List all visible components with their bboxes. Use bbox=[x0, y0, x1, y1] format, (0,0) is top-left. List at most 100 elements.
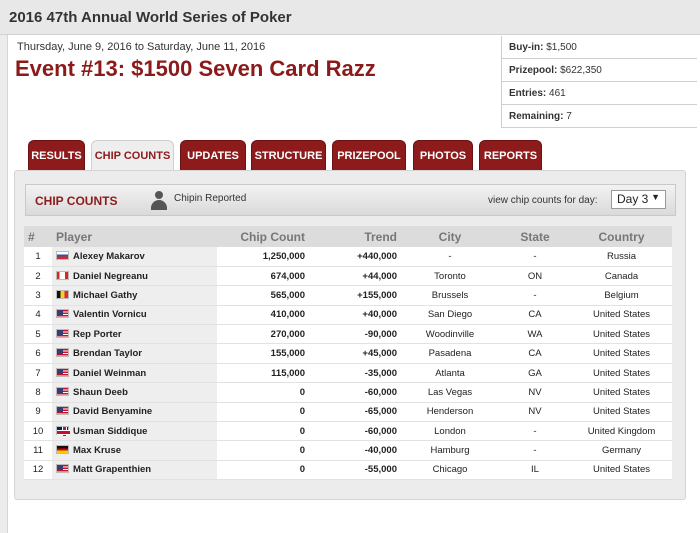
player-cell: Alexey Makarov bbox=[52, 247, 217, 267]
player-name[interactable]: David Benyamine bbox=[73, 406, 152, 417]
day-select[interactable]: Day 3 ▼ bbox=[611, 190, 666, 209]
row-number: 9 bbox=[24, 402, 52, 423]
event-info-box: Buy-in: $1,500 Prizepool: $622,350 Entri… bbox=[501, 36, 697, 128]
city: London bbox=[401, 421, 499, 442]
person-icon bbox=[150, 191, 168, 211]
flag-gb-icon bbox=[56, 425, 70, 436]
player-name[interactable]: Brendan Taylor bbox=[73, 348, 142, 359]
country: United States bbox=[571, 324, 672, 345]
player-cell: David Benyamine bbox=[52, 402, 217, 423]
player-cell: Valentin Vornicu bbox=[52, 305, 217, 326]
country: United States bbox=[571, 382, 672, 403]
tab-updates[interactable]: UPDATES bbox=[180, 140, 246, 170]
state: WA bbox=[499, 324, 571, 345]
col-player-header[interactable]: Player bbox=[52, 226, 217, 247]
state: - bbox=[499, 285, 571, 306]
col-state-header[interactable]: State bbox=[499, 226, 571, 247]
flag-us-icon bbox=[56, 348, 69, 358]
player-name[interactable]: Daniel Negreanu bbox=[73, 271, 148, 282]
flag-us-icon bbox=[56, 406, 69, 416]
country: United States bbox=[571, 363, 672, 384]
panel-title: CHIP COUNTS bbox=[35, 194, 118, 208]
city: - bbox=[401, 247, 499, 267]
col-chips-header[interactable]: Chip Count bbox=[217, 226, 309, 247]
table-header-row: # Player Chip Count Trend City State Cou… bbox=[24, 226, 672, 247]
table-row: 12 Matt Grapenthien 0 -55,000 Chicago IL Unite… bbox=[24, 460, 672, 481]
trend: -90,000 bbox=[309, 324, 401, 345]
player-name[interactable]: Matt Grapenthien bbox=[73, 464, 151, 475]
country: United States bbox=[571, 343, 672, 364]
state: - bbox=[499, 440, 571, 461]
player-name[interactable]: Valentin Vornicu bbox=[73, 309, 147, 320]
player-name[interactable]: Rep Porter bbox=[73, 329, 122, 340]
info-value: 461 bbox=[549, 88, 566, 99]
city: Toronto bbox=[401, 266, 499, 287]
chip-count: 674,000 bbox=[217, 266, 309, 287]
state: NV bbox=[499, 382, 571, 403]
row-number: 2 bbox=[24, 266, 52, 287]
player-cell: Brendan Taylor bbox=[52, 343, 217, 364]
flag-us-icon bbox=[56, 328, 69, 338]
country: United States bbox=[571, 305, 672, 326]
player-cell: Daniel Weinman bbox=[52, 363, 217, 384]
player-cell: Rep Porter bbox=[52, 324, 217, 345]
chip-count: 0 bbox=[217, 421, 309, 442]
caret-down-icon: ▼ bbox=[651, 192, 660, 202]
city: Brussels bbox=[401, 285, 499, 306]
city: San Diego bbox=[401, 305, 499, 326]
country: Russia bbox=[571, 247, 672, 267]
trend: -60,000 bbox=[309, 382, 401, 403]
chip-count: 0 bbox=[217, 382, 309, 403]
player-cell: Michael Gathy bbox=[52, 285, 217, 306]
player-cell: Usman Siddique bbox=[52, 421, 217, 442]
player-name[interactable]: Shaun Deeb bbox=[73, 387, 128, 398]
tab-chip-counts[interactable]: CHIP COUNTS bbox=[91, 140, 174, 172]
country: Germany bbox=[571, 440, 672, 461]
city: Chicago bbox=[401, 460, 499, 481]
col-trend-header[interactable]: Trend bbox=[309, 226, 401, 247]
trend: +44,000 bbox=[309, 266, 401, 287]
tab-prizepool[interactable]: PRIZEPOOL bbox=[332, 140, 406, 170]
player-name[interactable]: Max Kruse bbox=[73, 445, 121, 456]
col-city-header[interactable]: City bbox=[401, 226, 499, 247]
info-label: Buy-in: bbox=[509, 42, 544, 53]
trend: -55,000 bbox=[309, 460, 401, 481]
flag-ca-icon bbox=[56, 270, 69, 280]
tab-results[interactable]: RESULTS bbox=[28, 140, 85, 170]
tab-structure[interactable]: STRUCTURE bbox=[251, 140, 326, 170]
info-buyin: Buy-in: $1,500 bbox=[502, 36, 697, 59]
country: United Kingdom bbox=[571, 421, 672, 442]
flag-be-icon bbox=[56, 289, 69, 299]
player-name[interactable]: Daniel Weinman bbox=[73, 368, 146, 379]
col-num-header[interactable]: # bbox=[24, 226, 52, 247]
table-row: 8 Shaun Deeb 0 -60,000 Las Vegas NV United Sta… bbox=[24, 382, 672, 403]
table-row: 3 Michael Gathy 565,000 +155,000 Brussels - Be… bbox=[24, 285, 672, 306]
player-cell: Max Kruse bbox=[52, 440, 217, 461]
info-entries: Entries: 461 bbox=[502, 82, 697, 105]
row-number: 5 bbox=[24, 324, 52, 345]
city: Atlanta bbox=[401, 363, 499, 384]
chip-count: 0 bbox=[217, 440, 309, 461]
info-value: 7 bbox=[566, 111, 572, 122]
chip-count: 0 bbox=[217, 402, 309, 423]
country: United States bbox=[571, 402, 672, 423]
player-name[interactable]: Usman Siddique bbox=[73, 426, 147, 437]
country: Belgium bbox=[571, 285, 672, 306]
chip-count: 410,000 bbox=[217, 305, 309, 326]
flag-us-icon bbox=[56, 309, 69, 319]
tab-reports[interactable]: REPORTS bbox=[479, 140, 542, 170]
chip-count: 155,000 bbox=[217, 343, 309, 364]
event-title: Event #13: $1500 Seven Card Razz bbox=[15, 56, 376, 81]
tab-photos[interactable]: PHOTOS bbox=[413, 140, 473, 170]
row-number: 6 bbox=[24, 343, 52, 364]
player-name[interactable]: Alexey Makarov bbox=[73, 251, 145, 262]
trend: -35,000 bbox=[309, 363, 401, 384]
row-number: 7 bbox=[24, 363, 52, 384]
chip-count: 1,250,000 bbox=[217, 247, 309, 267]
site-header: 2016 47th Annual World Series of Poker bbox=[0, 0, 700, 35]
row-number: 10 bbox=[24, 421, 52, 442]
event-dates: Thursday, June 9, 2016 to Saturday, June… bbox=[17, 41, 266, 53]
player-name[interactable]: Michael Gathy bbox=[73, 290, 137, 301]
table-row: 2 Daniel Negreanu 674,000 +44,000 Toronto ON C… bbox=[24, 266, 672, 287]
col-country-header[interactable]: Country bbox=[571, 226, 672, 247]
